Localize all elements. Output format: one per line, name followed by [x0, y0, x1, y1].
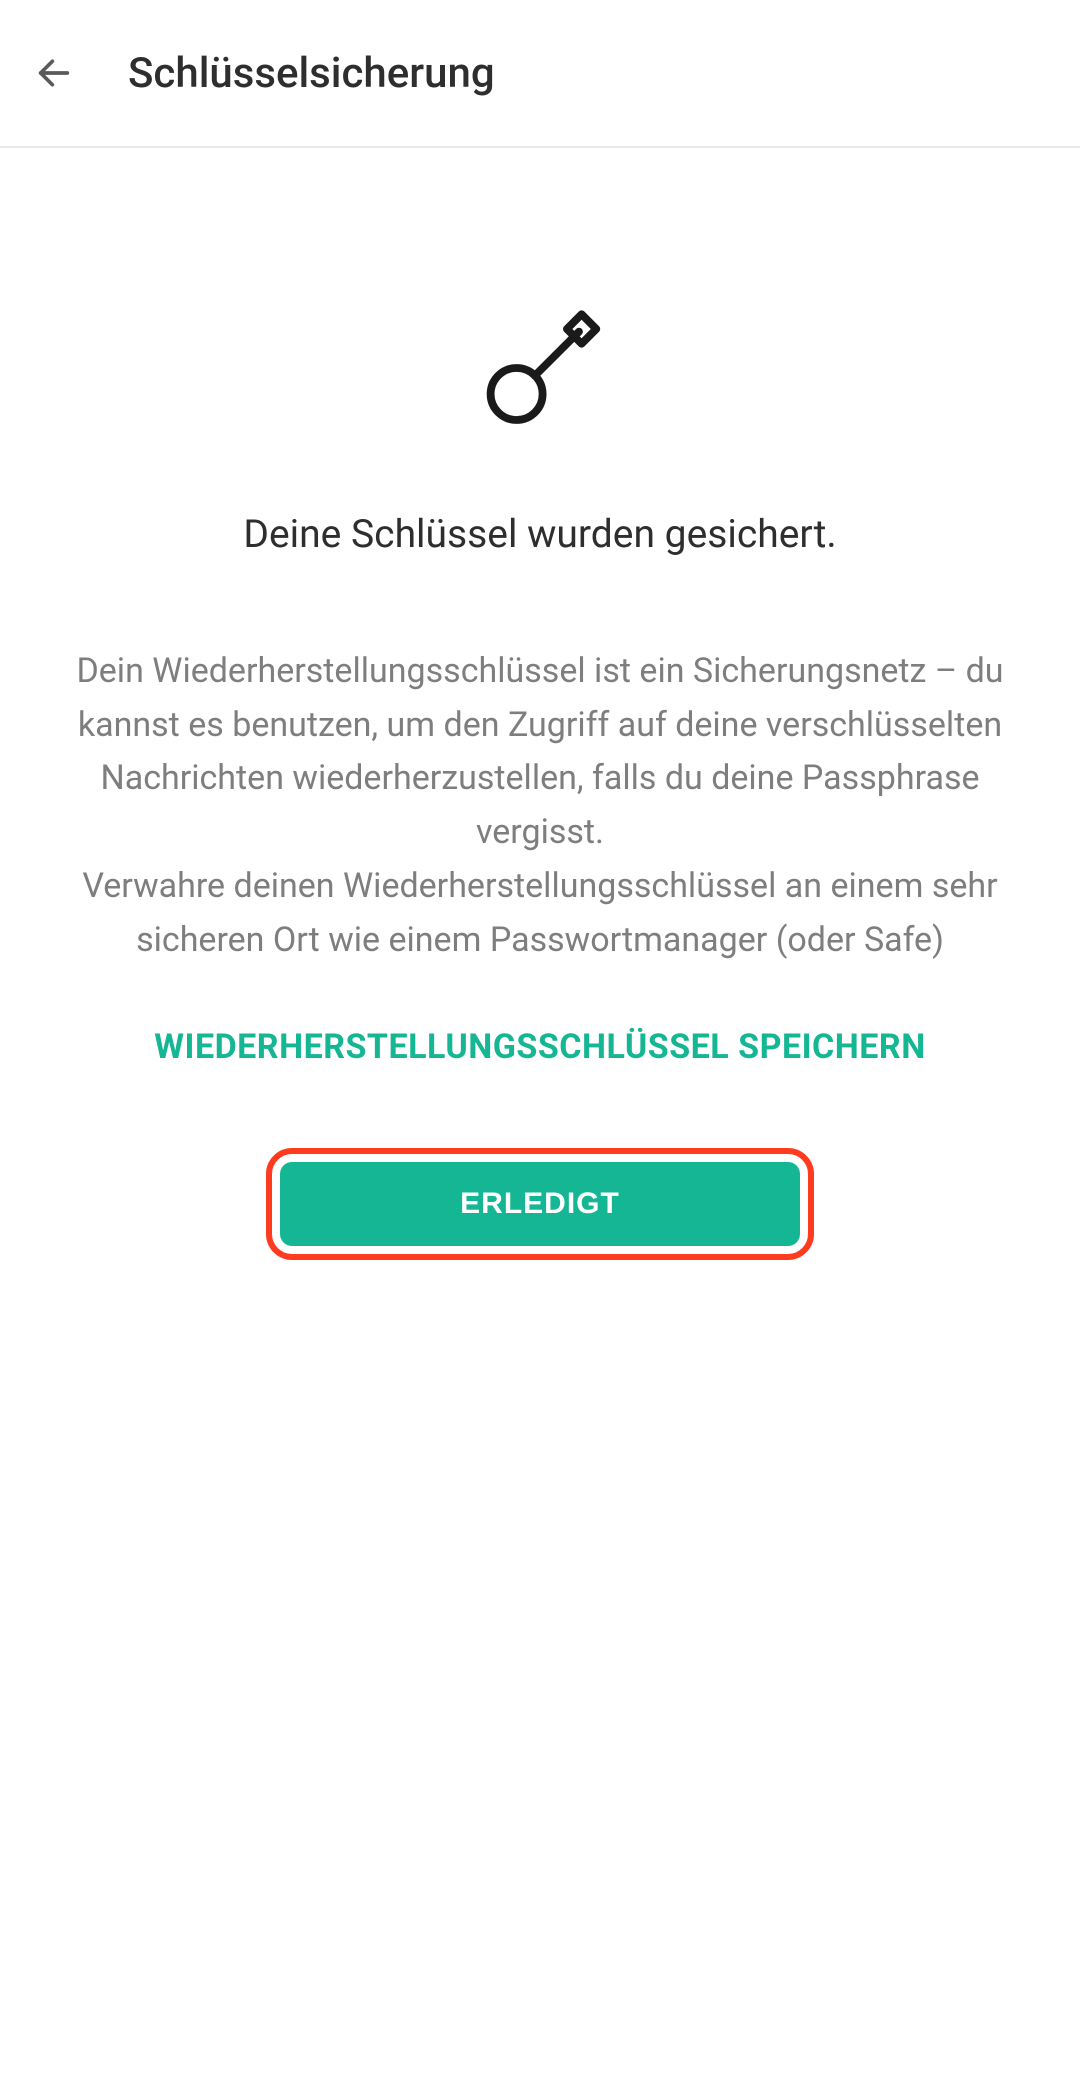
- page-title: Schlüsselsicherung: [128, 49, 495, 98]
- back-arrow-icon[interactable]: [30, 49, 78, 97]
- description-line-1: Dein Wiederherstellungsschlüssel ist ein…: [48, 645, 1032, 860]
- description-text: Dein Wiederherstellungsschlüssel ist ein…: [48, 645, 1032, 967]
- done-button-highlight: ERLEDIGT: [266, 1148, 814, 1260]
- done-button[interactable]: ERLEDIGT: [280, 1162, 800, 1246]
- button-container: ERLEDIGT: [48, 1148, 1032, 1260]
- main-content: Deine Schlüssel wurden gesichert. Dein W…: [0, 148, 1080, 1260]
- key-icon: [48, 303, 1032, 433]
- header: Schlüsselsicherung: [0, 0, 1080, 148]
- save-recovery-key-link[interactable]: WIEDERHERSTELLUNGSSCHLÜSSEL SPEICHERN: [48, 1015, 1032, 1080]
- success-message: Deine Schlüssel wurden gesichert.: [48, 511, 1032, 557]
- description-line-2: Verwahre deinen Wiederherstellungsschlüs…: [48, 860, 1032, 967]
